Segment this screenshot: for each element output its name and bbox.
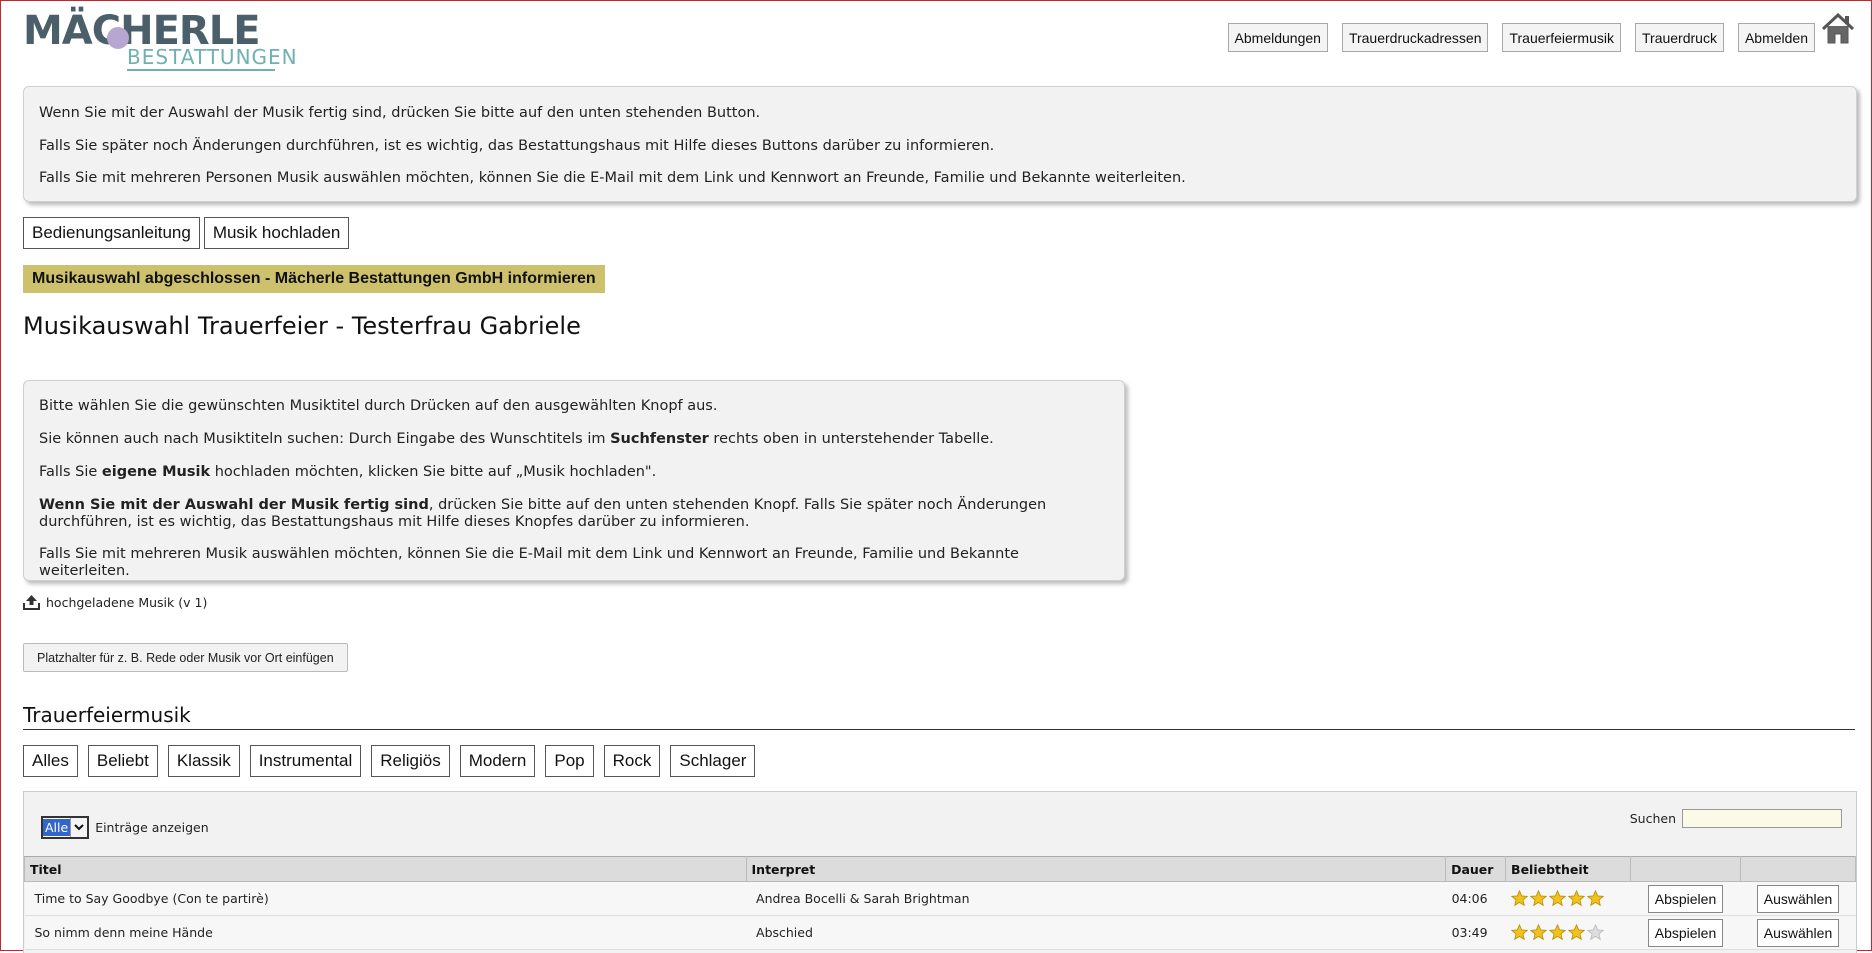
filter-alles[interactable]: Alles — [23, 745, 78, 777]
upload-icon — [23, 595, 40, 610]
star-icon — [1548, 890, 1566, 907]
cell-rating — [1505, 915, 1631, 950]
insert-placeholder-button[interactable]: Platzhalter für z. B. Rede oder Musik vo… — [23, 643, 348, 672]
filter-rock[interactable]: Rock — [603, 745, 661, 777]
music-table-panel: Alle Einträge anzeigen Suchen Titel Inte… — [23, 791, 1857, 953]
filter-pop[interactable]: Pop — [545, 745, 594, 777]
table-row: So nimm denn meine Hände Abschied 03:49 … — [24, 915, 1856, 950]
entries-select-value: Alle — [43, 819, 71, 836]
nav-trauerdruck-button[interactable]: Trauerdruck — [1635, 23, 1724, 52]
logo-sub-text: BESTATTUNGEN — [127, 45, 298, 69]
column-header-duration[interactable]: Dauer — [1445, 856, 1507, 882]
filter-schlager[interactable]: Schlager — [670, 745, 756, 777]
company-logo[interactable]: MÄCHERLE BESTATTUNGEN — [23, 7, 297, 71]
info-box-top: Wenn Sie mit der Auswahl der Musik ferti… — [23, 86, 1857, 202]
star-icon — [1529, 890, 1547, 907]
music-table: Titel Interpret Dauer Beliebtheit Time t… — [24, 856, 1857, 950]
star-icon — [1548, 924, 1566, 941]
manual-button[interactable]: Bedienungsanleitung — [23, 217, 200, 249]
search-input[interactable] — [1682, 809, 1842, 828]
instruction-4: Wenn Sie mit der Auswahl der Musik ferti… — [39, 497, 1047, 530]
top-navigation: Abmeldungen Trauerdruckadressen Trauerfe… — [1227, 23, 1815, 52]
select-button[interactable]: Auswählen — [1756, 884, 1840, 913]
filter-religioes[interactable]: Religiös — [371, 745, 450, 777]
filter-instrumental[interactable]: Instrumental — [249, 745, 362, 777]
table-header-row: Titel Interpret Dauer Beliebtheit — [24, 856, 1857, 882]
nav-trauerdruckadressen-button[interactable]: Trauerdruckadressen — [1341, 23, 1489, 52]
info-top-line-2: Falls Sie später noch Änderungen durchfü… — [39, 138, 995, 154]
uploaded-music-label: hochgeladene Musik (v 1) — [46, 594, 208, 610]
cell-duration: 04:06 — [1445, 881, 1506, 916]
page-title: Musikauswahl Trauerfeier - Testerfrau Ga… — [23, 312, 581, 340]
play-button[interactable]: Abspielen — [1647, 918, 1724, 947]
logo-dot — [107, 27, 129, 49]
cell-title: So nimm denn meine Hände — [24, 915, 747, 950]
info-box-instructions: Bitte wählen Sie die gewünschten Musikti… — [23, 380, 1125, 581]
select-button[interactable]: Auswählen — [1756, 918, 1840, 947]
instruction-5: Falls Sie mit mehreren Musik auswählen m… — [39, 546, 1019, 579]
star-icon — [1567, 924, 1585, 941]
filter-klassik[interactable]: Klassik — [167, 745, 240, 777]
star-icon — [1510, 924, 1528, 941]
table-search: Suchen — [1630, 809, 1842, 828]
column-header-rating[interactable]: Beliebtheit — [1505, 856, 1632, 882]
cell-artist: Abschied — [746, 915, 1446, 950]
cell-artist: Andrea Bocelli & Sarah Brightman — [746, 881, 1446, 916]
nav-abmeldungen-button[interactable]: Abmeldungen — [1227, 23, 1328, 52]
logo-underline — [127, 69, 275, 71]
star-icon — [1567, 890, 1585, 907]
play-button[interactable]: Abspielen — [1647, 884, 1724, 913]
instruction-1: Bitte wählen Sie die gewünschten Musikti… — [39, 398, 718, 414]
info-top-line-3: Falls Sie mit mehreren Personen Musik au… — [39, 170, 1186, 186]
chevron-down-icon — [74, 824, 84, 831]
column-header-play — [1630, 856, 1741, 882]
star-icon — [1529, 924, 1547, 941]
help-buttons: Bedienungsanleitung Musik hochladen — [23, 217, 350, 249]
filter-beliebt[interactable]: Beliebt — [87, 745, 158, 777]
search-label: Suchen — [1629, 811, 1676, 826]
category-filters: Alles Beliebt Klassik Instrumental Relig… — [23, 745, 756, 777]
entries-label: Einträge anzeigen — [95, 820, 209, 835]
star-icon — [1586, 924, 1604, 941]
nav-trauerfeiermusik-button[interactable]: Trauerfeiermusik — [1502, 23, 1621, 52]
column-header-select — [1739, 856, 1857, 882]
upload-music-button[interactable]: Musik hochladen — [203, 217, 350, 249]
uploaded-music-link[interactable]: hochgeladene Musik (v 1) — [23, 594, 207, 610]
notify-funeral-home-button[interactable]: Musikauswahl abgeschlossen - Mächerle Be… — [23, 265, 605, 293]
table-row: Time to Say Goodbye (Con te partirè) And… — [24, 881, 1856, 916]
entries-select[interactable]: Alle — [41, 816, 90, 839]
column-header-artist[interactable]: Interpret — [745, 856, 1447, 882]
filter-modern[interactable]: Modern — [459, 745, 536, 777]
column-header-title[interactable]: Titel — [24, 856, 747, 882]
home-icon[interactable] — [1821, 13, 1855, 45]
cell-duration: 03:49 — [1445, 915, 1506, 950]
info-top-line-1: Wenn Sie mit der Auswahl der Musik ferti… — [39, 105, 761, 121]
logout-button[interactable]: Abmelden — [1737, 23, 1815, 52]
star-icon — [1510, 890, 1528, 907]
cell-rating — [1505, 881, 1631, 916]
instruction-3: Falls Sie eigene Musik hochladen möchten… — [39, 464, 657, 480]
instruction-2: Sie können auch nach Musiktiteln suchen:… — [39, 431, 994, 447]
entries-length-control: Alle Einträge anzeigen — [41, 816, 209, 839]
cell-title: Time to Say Goodbye (Con te partirè) — [24, 881, 747, 916]
section-title: Trauerfeiermusik — [23, 703, 1855, 730]
star-icon — [1586, 890, 1604, 907]
